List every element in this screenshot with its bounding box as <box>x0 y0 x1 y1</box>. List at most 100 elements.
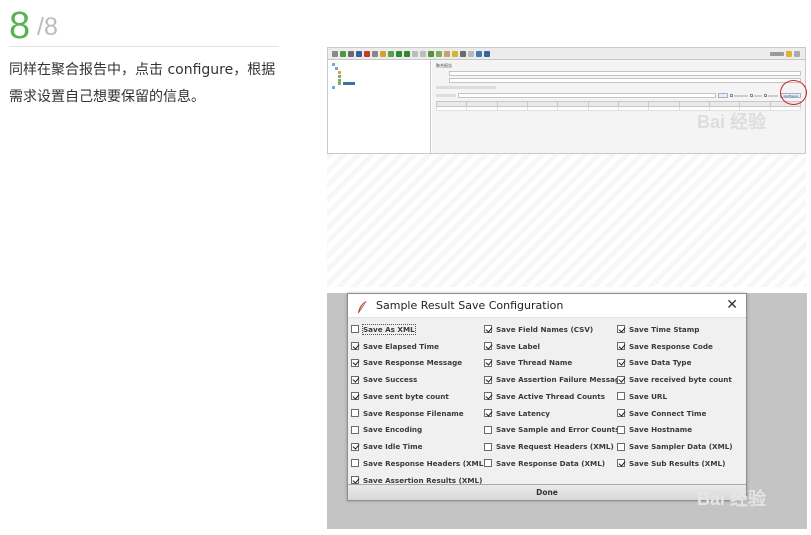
option-checkbox-row[interactable]: Save Active Thread Counts <box>484 388 617 405</box>
function-helper-icon <box>476 50 482 57</box>
step-instruction: 同样在聚合报告中，点击 configure，根据需求设置自己想要保留的信息。 <box>9 62 276 105</box>
option-checkbox-row[interactable]: Save Field Names (CSV) <box>484 321 617 338</box>
option-checkbox-row[interactable]: Save URL <box>617 388 744 405</box>
option-checkbox-row[interactable]: Save Elapsed Time <box>351 338 484 355</box>
option-checkbox-row[interactable]: Save Thread Name <box>484 355 617 372</box>
checkbox-checked[interactable] <box>351 375 359 384</box>
checkbox-unchecked[interactable] <box>617 442 625 451</box>
checkbox-checked[interactable] <box>617 375 625 384</box>
stop-icon <box>412 50 418 57</box>
option-label: Save sent byte count <box>363 391 449 401</box>
checkbox-unchecked[interactable] <box>351 459 359 468</box>
option-checkbox-row[interactable]: Save Latency <box>484 405 617 422</box>
checkbox-checked[interactable] <box>617 325 625 334</box>
checkbox-checked[interactable] <box>484 358 492 367</box>
option-checkbox-row[interactable]: Save received byte count <box>617 371 744 388</box>
step-total: /8 <box>37 13 58 41</box>
checkbox-checked[interactable] <box>484 409 492 418</box>
checkbox-unchecked[interactable] <box>351 425 359 434</box>
tree-node[interactable]: ​ <box>332 85 426 89</box>
sample-result-save-dialog: Sample Result Save Configuration ✕ Save … <box>347 293 747 501</box>
option-checkbox-row[interactable]: Save Success <box>351 371 484 388</box>
panel-title: 聚合报告 <box>436 63 452 68</box>
option-checkbox-row[interactable]: Save Response Filename <box>351 405 484 422</box>
option-checkbox-row[interactable]: Save Assertion Failure Message <box>484 371 625 388</box>
option-checkbox-row[interactable]: Save Response Headers (XML) <box>351 455 487 472</box>
option-label: Save Response Message <box>363 358 463 368</box>
option-checkbox-row[interactable]: Save Label <box>484 338 617 355</box>
dialog-titlebar: Sample Result Save Configuration ✕ <box>348 294 746 318</box>
checkbox-unchecked[interactable] <box>617 392 625 401</box>
checkbox-checked[interactable] <box>351 342 359 351</box>
option-checkbox-row[interactable]: Save As XML <box>351 321 484 338</box>
checkbox-unchecked[interactable] <box>484 459 492 468</box>
checkbox-checked[interactable] <box>617 409 625 418</box>
jmeter-feather-icon <box>356 299 368 313</box>
filename-input[interactable] <box>458 93 717 98</box>
option-checkbox-row[interactable]: Save Request Headers (XML) <box>484 438 617 455</box>
option-label: Save Response Headers (XML) <box>363 458 487 468</box>
checkbox-checked[interactable] <box>484 392 492 401</box>
checkbox-checked[interactable] <box>351 442 359 451</box>
checkbox-checked[interactable] <box>351 476 359 485</box>
configure-highlight-circle <box>780 80 807 105</box>
open-icon <box>348 50 354 57</box>
jmeter-toolbar <box>328 48 805 60</box>
option-checkbox-row[interactable]: Save Time Stamp <box>617 321 744 338</box>
checkbox-checked[interactable] <box>351 358 359 367</box>
name-field[interactable] <box>449 71 801 76</box>
option-checkbox-row[interactable]: Save Idle Time <box>351 438 484 455</box>
option-checkbox-row[interactable]: Save Encoding <box>351 422 484 439</box>
help-icon <box>484 50 490 57</box>
option-checkbox-row[interactable]: Save Hostname <box>617 422 744 439</box>
checkbox-checked[interactable] <box>617 342 625 351</box>
reset-search-icon <box>468 50 474 57</box>
checkbox-checked[interactable] <box>484 375 492 384</box>
option-checkbox-row[interactable]: Save Connect Time <box>617 405 744 422</box>
paste-icon <box>380 50 386 57</box>
checkbox-unchecked[interactable] <box>484 442 492 451</box>
option-checkbox-row[interactable]: Save Sub Results (XML) <box>617 455 744 472</box>
dialog-title: Sample Result Save Configuration <box>376 299 564 312</box>
option-checkbox-row[interactable]: Save Response Data (XML) <box>484 455 617 472</box>
checkbox-checked[interactable] <box>617 358 625 367</box>
test-plan-tree: ​ ​ ​ ​ ​ ​ <box>328 60 431 153</box>
option-checkbox-row[interactable]: Save Sample and Error Counts <box>484 422 619 439</box>
successes-checkbox[interactable] <box>764 94 779 97</box>
option-label: Save Response Data (XML) <box>496 458 606 468</box>
option-label: Save Elapsed Time <box>363 341 439 351</box>
done-button[interactable]: Done <box>348 484 746 500</box>
baidu-watermark: Bai 经验 <box>697 489 767 509</box>
filename-label <box>436 94 456 97</box>
checkbox-unchecked[interactable] <box>617 425 625 434</box>
checkbox-checked[interactable] <box>484 325 492 334</box>
comments-field[interactable] <box>449 78 801 83</box>
checkbox-unchecked[interactable] <box>351 325 359 334</box>
browse-button[interactable] <box>718 93 729 98</box>
option-checkbox-row[interactable]: Save Response Message <box>351 355 484 372</box>
option-label: Save Connect Time <box>629 408 707 418</box>
cut-icon <box>364 50 370 57</box>
option-label: Save Encoding <box>363 425 423 435</box>
option-checkbox-row[interactable]: Save sent byte count <box>351 388 484 405</box>
checkbox-checked[interactable] <box>351 392 359 401</box>
option-label: Save Response Filename <box>363 408 464 418</box>
option-checkbox-row[interactable]: Save Data Type <box>617 355 744 372</box>
search-icon <box>460 50 466 57</box>
option-label: Save As XML <box>362 323 416 335</box>
close-icon[interactable]: ✕ <box>726 297 738 313</box>
aggregate-report-panel: 聚合报告 Configure <box>432 60 805 153</box>
option-label: Save Latency <box>496 408 550 418</box>
checkbox-unchecked[interactable] <box>484 425 492 434</box>
option-checkbox-row[interactable]: Save Sampler Data (XML) <box>617 438 744 455</box>
option-checkbox-row[interactable]: Save Response Code <box>617 338 744 355</box>
start-icon <box>396 50 402 57</box>
log-display-only[interactable] <box>730 94 749 97</box>
checkbox-checked[interactable] <box>617 459 625 468</box>
option-label: Save Hostname <box>629 425 693 435</box>
checkbox-checked[interactable] <box>484 342 492 351</box>
errors-checkbox[interactable] <box>750 94 763 97</box>
option-label: Save Active Thread Counts <box>496 391 605 401</box>
blank-image-area <box>327 154 806 287</box>
checkbox-unchecked[interactable] <box>351 409 359 418</box>
